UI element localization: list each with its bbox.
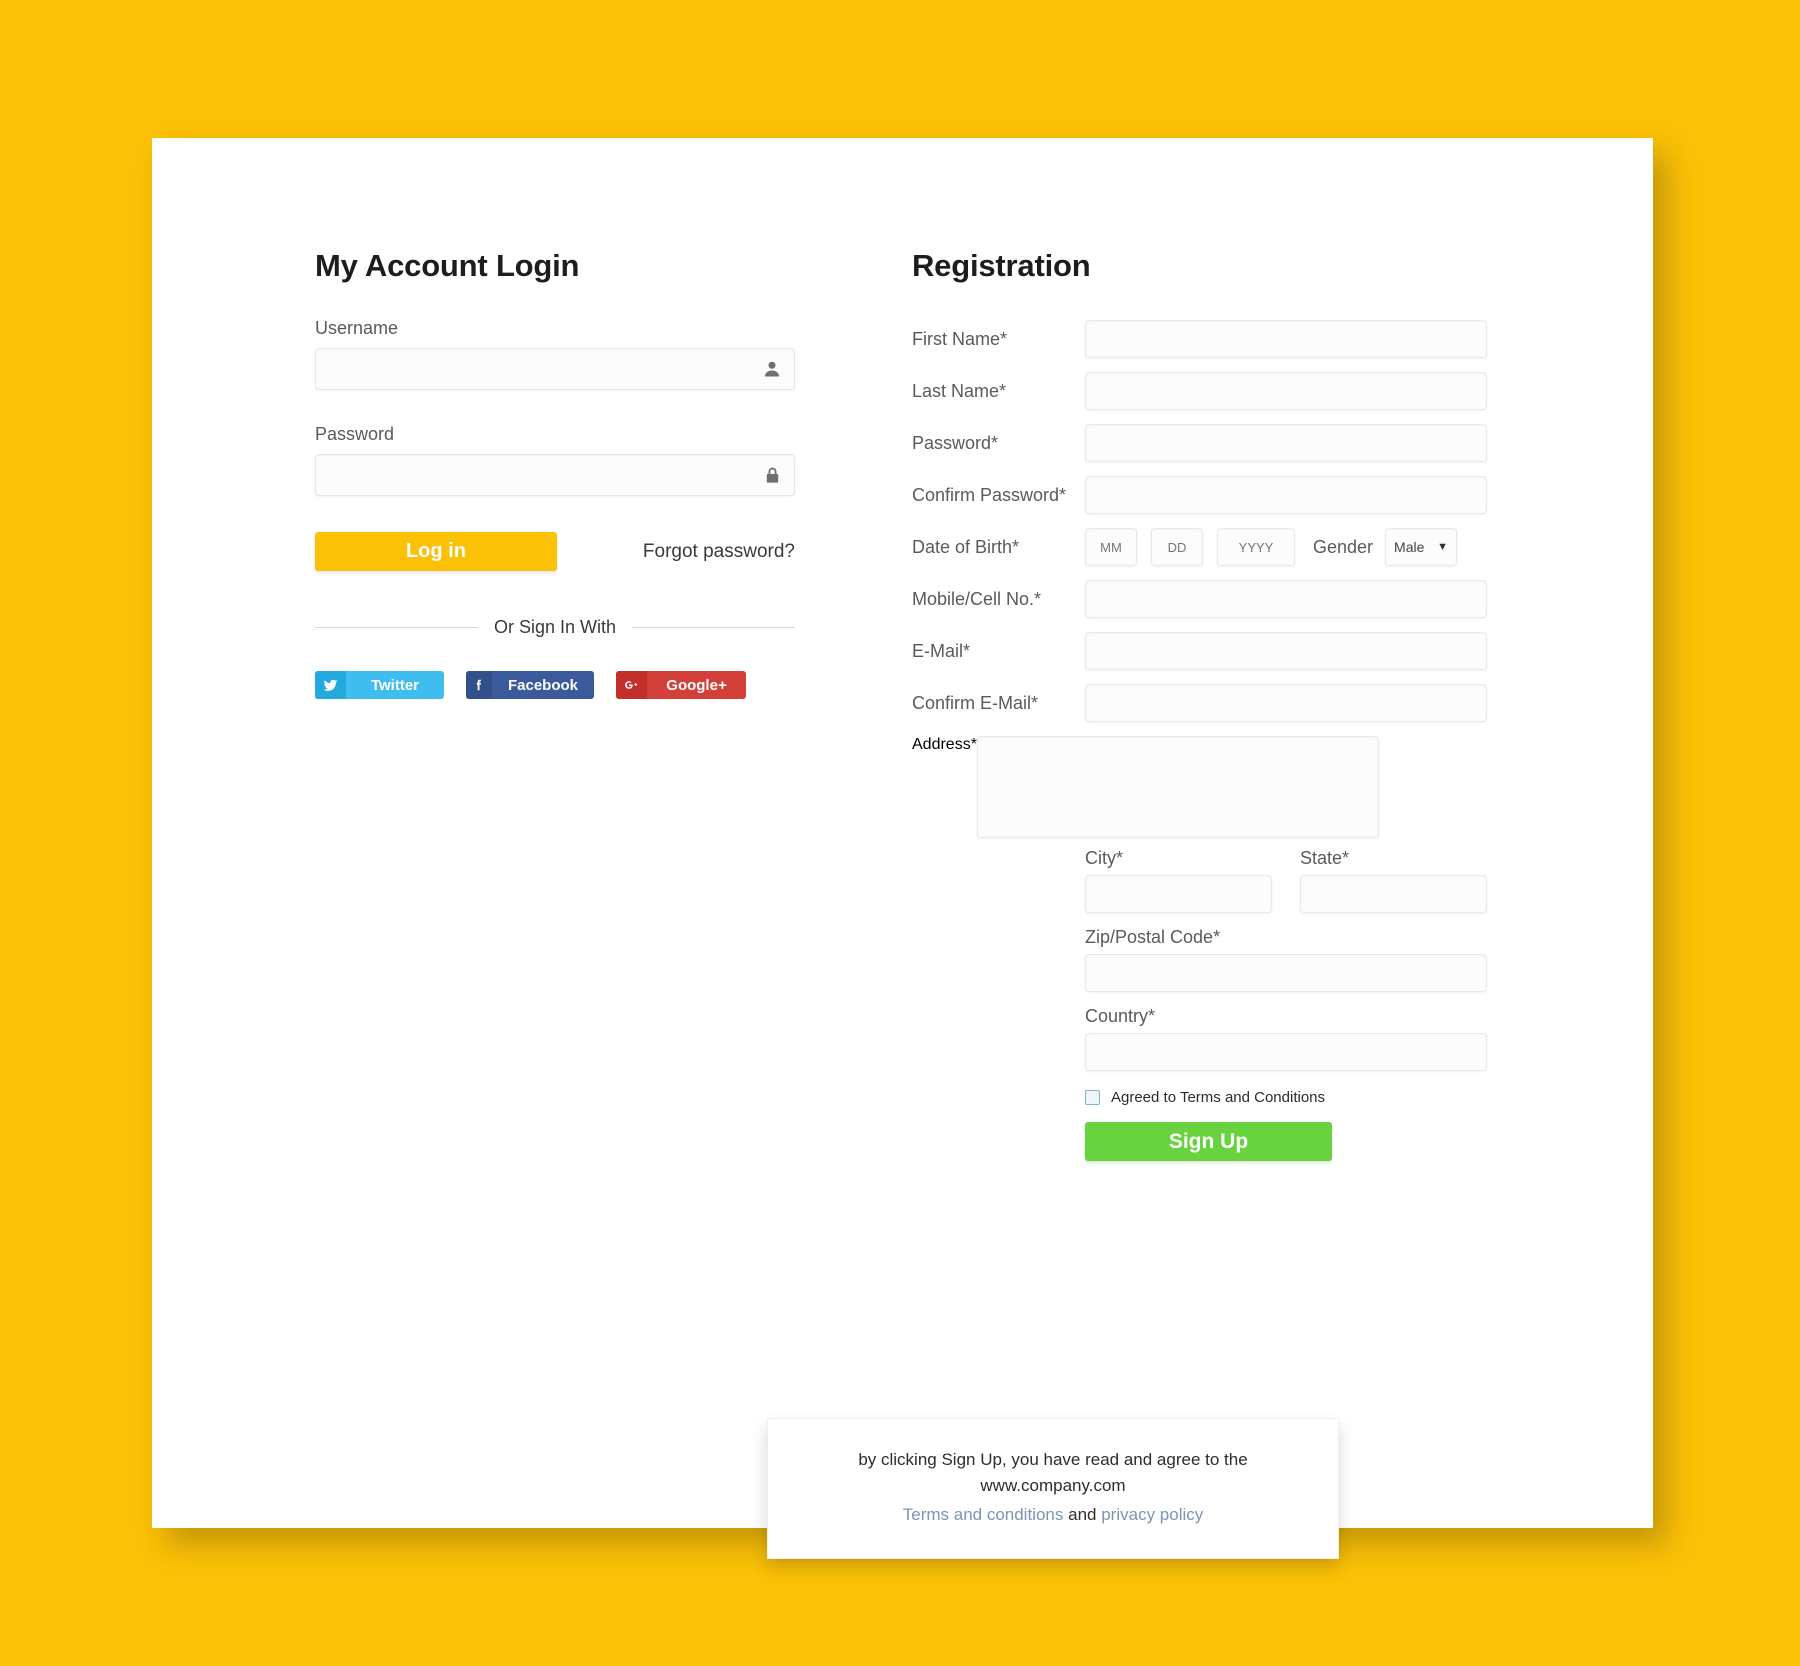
first-name-row: First Name* <box>912 320 1522 358</box>
registration-fields: First Name* Last Name* Password* Confirm… <box>912 320 1522 1161</box>
address-label: Address* <box>912 736 977 753</box>
google-plus-icon <box>616 671 647 699</box>
registration-password-input[interactable] <box>1085 424 1487 462</box>
social-divider: Or Sign In With <box>315 617 796 638</box>
confirm-password-label: Confirm Password* <box>912 484 1067 505</box>
last-name-row: Last Name* <box>912 372 1522 410</box>
dob-month-input[interactable] <box>1085 528 1137 566</box>
confirm-password-input[interactable] <box>1085 476 1487 514</box>
social-login-row: Twitter Facebook Google+ <box>315 671 795 699</box>
mobile-input[interactable] <box>1085 580 1487 618</box>
country-label: Country* <box>1085 1006 1156 1026</box>
disclaimer-line-2: Terms and conditions and privacy policy <box>788 1502 1318 1528</box>
password-field-wrapper <box>315 454 795 496</box>
zip-input[interactable] <box>1085 954 1487 992</box>
dob-year-input[interactable] <box>1217 528 1295 566</box>
email-row: E-Mail* <box>912 632 1522 670</box>
state-input[interactable] <box>1300 875 1487 913</box>
city-input[interactable] <box>1085 875 1272 913</box>
google-plus-login-button[interactable]: Google+ <box>616 671 746 699</box>
zip-label: Zip/Postal Code* <box>1085 927 1221 947</box>
google-plus-label: Google+ <box>666 676 727 694</box>
city-label: City* <box>1085 848 1124 868</box>
disclaimer-and-text: and <box>1068 1504 1097 1524</box>
terms-checkbox[interactable] <box>1085 1090 1100 1105</box>
signup-disclaimer: by clicking Sign Up, you have read and a… <box>767 1418 1339 1560</box>
address-textarea[interactable] <box>976 736 1379 838</box>
password-label: Password <box>315 424 395 444</box>
divider-line-left <box>315 627 478 628</box>
facebook-icon <box>466 671 492 699</box>
login-button[interactable]: Log in <box>315 532 557 571</box>
state-label: State* <box>1300 848 1350 868</box>
confirm-email-row: Confirm E-Mail* <box>912 684 1522 722</box>
address-row: Address* <box>912 736 1522 838</box>
signup-button[interactable]: Sign Up <box>1085 1122 1332 1161</box>
email-label: E-Mail* <box>912 640 971 661</box>
mobile-row: Mobile/Cell No.* <box>912 580 1522 618</box>
login-title: My Account Login <box>315 248 580 283</box>
terms-row: Agreed to Terms and Conditions <box>1085 1089 1487 1106</box>
first-name-input[interactable] <box>1085 320 1487 358</box>
email-input[interactable] <box>1085 632 1487 670</box>
forgot-password-link[interactable]: Forgot password? <box>643 541 795 563</box>
first-name-label: First Name* <box>912 328 1008 349</box>
twitter-login-button[interactable]: Twitter <box>315 671 444 699</box>
city-state-inputs <box>1085 875 1487 913</box>
facebook-label: Facebook <box>507 676 578 694</box>
username-field-wrapper <box>315 348 795 390</box>
terms-and-conditions-link[interactable]: Terms and conditions <box>903 1505 1064 1524</box>
twitter-label: Twitter <box>370 676 420 694</box>
divider-label: Or Sign In With <box>493 617 617 637</box>
mobile-label: Mobile/Cell No.* <box>912 588 1042 609</box>
disclaimer-line-1: by clicking Sign Up, you have read and a… <box>858 1450 1248 1496</box>
login-actions: Log in Forgot password? <box>315 532 795 571</box>
gender-selected-value: Male <box>1394 539 1425 555</box>
registration-panel: Registration First Name* Last Name* Pass… <box>912 248 1522 1161</box>
username-input[interactable] <box>315 348 795 390</box>
privacy-policy-link[interactable]: privacy policy <box>1101 1505 1203 1524</box>
login-panel: My Account Login Username Password Log i… <box>315 248 796 699</box>
page-background: My Account Login Username Password Log i… <box>0 0 1800 1666</box>
gender-select[interactable]: Male ▼ <box>1385 528 1458 566</box>
terms-checkbox-label: Agreed to Terms and Conditions <box>1111 1089 1326 1106</box>
date-of-birth-row: Date of Birth* Gender Male ▼ <box>912 528 1522 566</box>
dob-day-input[interactable] <box>1151 528 1203 566</box>
password-input[interactable] <box>315 454 795 496</box>
username-label: Username <box>315 318 399 338</box>
chevron-down-icon: ▼ <box>1437 541 1449 553</box>
confirm-email-label: Confirm E-Mail* <box>912 692 1039 713</box>
registration-title: Registration <box>912 248 1091 283</box>
facebook-login-button[interactable]: Facebook <box>466 671 594 699</box>
password-row: Password* <box>912 424 1522 462</box>
country-input[interactable] <box>1085 1033 1487 1071</box>
auth-card: My Account Login Username Password Log i… <box>152 138 1653 1560</box>
confirm-email-input[interactable] <box>1085 684 1487 722</box>
date-of-birth-label: Date of Birth* <box>912 536 1020 557</box>
address-detail-block: City* State* Zip/Postal Code* Country* A… <box>1085 848 1487 1161</box>
confirm-password-row: Confirm Password* <box>912 476 1522 514</box>
gender-label: Gender <box>1313 536 1374 557</box>
divider-line-right <box>632 627 796 628</box>
last-name-input[interactable] <box>1085 372 1487 410</box>
registration-password-label: Password* <box>912 432 999 453</box>
city-state-labels: City* State* <box>1085 848 1487 869</box>
twitter-icon <box>315 671 346 699</box>
last-name-label: Last Name* <box>912 380 1007 401</box>
